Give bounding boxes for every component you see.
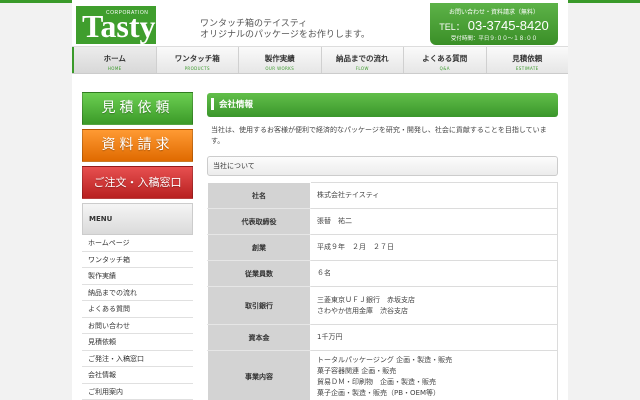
row-label: 資本金 xyxy=(207,324,311,351)
nav-label: ワンタッチ箱 xyxy=(174,54,220,63)
table-row: 事業内容 トータルパッケージング 企画・製造・販売 菓子容器関連 企画・販売 貿… xyxy=(207,350,558,400)
row-label: 取引銀行 xyxy=(207,286,311,325)
table-row: 従業員数 ６名 xyxy=(207,260,558,287)
page-title: 会社情報 xyxy=(207,93,558,117)
business-line-4: 菓子企画・製造・販売（PB・OEM等） xyxy=(317,389,440,397)
row-label: 社名 xyxy=(207,182,311,209)
row-value: 張替 祐二 xyxy=(310,208,558,235)
nav-sublabel: HOME xyxy=(107,66,122,71)
nav-estimate[interactable]: 見積依頼 ESTIMATE xyxy=(487,47,569,73)
sidebar-item-guide[interactable]: ご利用案内 xyxy=(82,384,193,400)
nav-sublabel: Q&A xyxy=(439,66,450,71)
nav-label: よくある質問 xyxy=(422,54,468,63)
row-value: 1千万円 xyxy=(310,324,558,351)
document-request-button[interactable]: 資料請求 xyxy=(82,129,193,162)
nav-label: 見積依頼 xyxy=(512,54,543,63)
section-heading: 当社について xyxy=(207,156,558,176)
main-content: 会社情報 当社は、使用するお客様が便利で経済的なパッケージを研究・開発し、社会に… xyxy=(207,93,558,400)
nav-products[interactable]: ワンタッチ箱 PRODUCTS xyxy=(157,47,239,73)
sidebar-item-company[interactable]: 会社情報 xyxy=(82,367,193,384)
bank-line-2: さわやか信用金庫 渋谷支店 xyxy=(317,306,408,315)
header-tagline-2: オリジナルのパッケージをお作りします。 xyxy=(200,30,370,40)
nav-sublabel: FLOW xyxy=(355,66,369,71)
company-intro: 当社は、使用するお客様が便利で経済的なパッケージを研究・開発し、社会に貢献するこ… xyxy=(211,126,547,145)
row-value: トータルパッケージング 企画・製造・販売 菓子容器関連 企画・販売 貿易ＤＭ・印… xyxy=(310,350,558,400)
contact-heading: お問い合わせ・資料請求（無料） xyxy=(448,9,539,16)
estimate-request-button[interactable]: 見積依頼 xyxy=(82,92,193,125)
bank-line-1: 三菱東京ＵＦＪ銀行 赤坂支店 xyxy=(317,295,415,304)
sidebar-item-estimate[interactable]: 見積依頼 xyxy=(82,334,193,351)
row-value: 平成９年 ２月 ２７日 xyxy=(310,234,558,261)
sidebar: 見積依頼 資料請求 ご注文・入稿窓口 MENU ホームページ ワンタッチ箱 製作… xyxy=(82,92,193,400)
nav-qa[interactable]: よくある質問 Q&A xyxy=(404,47,487,73)
table-row: 取引銀行 三菱東京ＵＦＪ銀行 赤坂支店 さわやか信用金庫 渋谷支店 xyxy=(207,286,558,325)
row-label: 創業 xyxy=(207,234,311,261)
sidebar-item-order[interactable]: ご発注・入稿窓口 xyxy=(82,351,193,367)
row-label: 従業員数 xyxy=(207,260,311,287)
business-line-1: トータルパッケージング 企画・製造・販売 xyxy=(317,356,453,364)
nav-label: 納品までの流れ xyxy=(336,54,389,63)
table-row: 社名 株式会社テイスティ xyxy=(207,182,558,209)
table-row: 創業 平成９年 ２月 ２７日 xyxy=(207,234,558,261)
sidebar-item-flow[interactable]: 納品までの流れ xyxy=(82,285,193,301)
page-container: CORPORATION Tasty ワンタッチ箱のテイスティ オリジナルのパッケ… xyxy=(72,0,568,400)
nav-our-works[interactable]: 製作実績 OUR WORKS xyxy=(239,47,322,73)
site-header: CORPORATION Tasty ワンタッチ箱のテイスティ オリジナルのパッケ… xyxy=(72,3,568,45)
sidebar-item-works[interactable]: 製作実績 xyxy=(82,268,193,285)
row-value: ６名 xyxy=(310,260,558,287)
tel-label: TEL： xyxy=(439,22,465,32)
sidebar-menu-heading: MENU xyxy=(82,203,193,235)
sidebar-item-faq[interactable]: よくある質問 xyxy=(82,301,193,318)
global-nav: ホーム HOME ワンタッチ箱 PRODUCTS 製作実績 OUR WORKS … xyxy=(72,46,568,74)
nav-sublabel: OUR WORKS xyxy=(265,66,295,71)
logo-wordmark: Tasty xyxy=(82,8,156,44)
nav-sublabel: PRODUCTS xyxy=(184,66,210,71)
order-submission-button[interactable]: ご注文・入稿窓口 xyxy=(82,166,193,199)
contact-phone: TEL： 03-3745-8420 xyxy=(430,18,558,33)
nav-sublabel: ESTIMATE xyxy=(515,66,539,71)
sidebar-item-home[interactable]: ホームページ xyxy=(82,235,193,252)
business-line-2: 菓子容器関連 企画・販売 xyxy=(317,367,397,375)
sidebar-item-contact[interactable]: お問い合わせ xyxy=(82,318,193,334)
nav-flow[interactable]: 納品までの流れ FLOW xyxy=(322,47,404,73)
title-bar-icon xyxy=(211,97,214,110)
sidebar-menu: ホームページ ワンタッチ箱 製作実績 納品までの流れ よくある質問 お問い合わせ… xyxy=(82,235,193,400)
nav-label: 製作実績 xyxy=(264,54,295,63)
nav-label: ホーム xyxy=(103,54,126,63)
contact-hours: 受付時間：平日９:００～１８:００ xyxy=(450,36,538,42)
table-row: 資本金 1千万円 xyxy=(207,324,558,351)
row-value: 株式会社テイスティ xyxy=(310,182,558,209)
tel-number: 03-3745-8420 xyxy=(467,18,549,33)
nav-home[interactable]: ホーム HOME xyxy=(72,47,157,73)
site-logo[interactable]: CORPORATION Tasty xyxy=(76,6,156,44)
row-value: 三菱東京ＵＦＪ銀行 赤坂支店 さわやか信用金庫 渋谷支店 xyxy=(310,286,558,325)
business-line-3: 貿易ＤＭ・印刷物 企画・製造・販売 xyxy=(317,378,436,386)
row-label: 代表取締役 xyxy=(207,208,311,235)
sidebar-item-products[interactable]: ワンタッチ箱 xyxy=(82,252,193,268)
header-contact-box[interactable]: お問い合わせ・資料請求（無料） TEL： 03-3745-8420 受付時間：平日… xyxy=(430,3,558,45)
company-info-table: 社名 株式会社テイスティ 代表取締役 張替 祐二 創業 平成９年 ２月 ２７日 … xyxy=(207,182,558,400)
page-title-text: 会社情報 xyxy=(219,100,254,110)
table-row: 代表取締役 張替 祐二 xyxy=(207,208,558,235)
row-label: 事業内容 xyxy=(207,350,311,400)
